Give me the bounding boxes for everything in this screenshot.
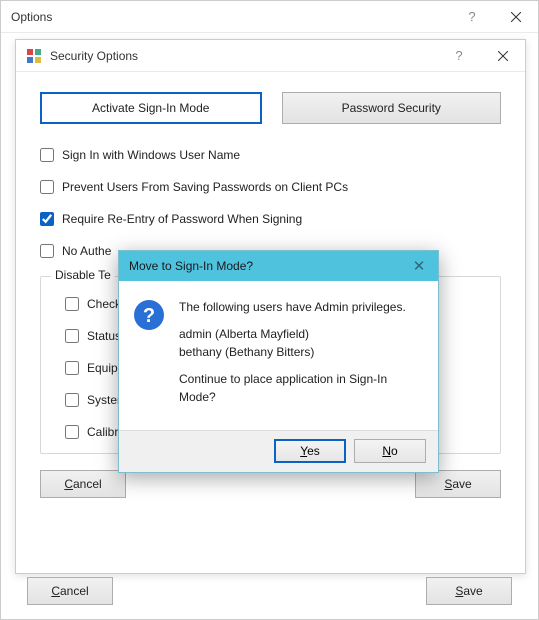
security-options-titlebar: Security Options ? [16, 40, 525, 72]
checkbox-systems[interactable] [65, 393, 79, 407]
dialog-message: The following users have Admin privilege… [179, 299, 422, 416]
outer-cancel-button[interactable]: Cancel [27, 577, 113, 605]
label-prevent-save: Prevent Users From Saving Passwords on C… [62, 180, 348, 194]
label-require-reentry: Require Re-Entry of Password When Signin… [62, 212, 302, 226]
security-options-title: Security Options [50, 49, 437, 63]
dialog-msg1: The following users have Admin privilege… [179, 299, 422, 316]
dialog-msg2: Continue to place application in Sign-In… [179, 371, 422, 406]
app-icon [26, 48, 42, 64]
options-titlebar: Options ? [1, 1, 538, 33]
label-equipment: Equipr [87, 361, 122, 375]
inner-help-button[interactable]: ? [437, 40, 481, 72]
dialog-titlebar: Move to Sign-In Mode? ✕ [119, 251, 438, 281]
checkbox-prevent-save[interactable] [40, 180, 54, 194]
checkbox-status[interactable] [65, 329, 79, 343]
dialog-close-button[interactable]: ✕ [406, 255, 432, 277]
checkbox-no-authentication[interactable] [40, 244, 54, 258]
checkbox-calibration[interactable] [65, 425, 79, 439]
question-icon: ? [133, 299, 167, 416]
dialog-title: Move to Sign-In Mode? [129, 259, 406, 273]
checkbox-check[interactable] [65, 297, 79, 311]
checkbox-signin-windows[interactable] [40, 148, 54, 162]
label-status: Status [87, 329, 121, 343]
tab-password-security[interactable]: Password Security [282, 92, 502, 124]
confirm-dialog: Move to Sign-In Mode? ✕ ? The following … [118, 250, 439, 473]
inner-save-button[interactable]: Save [415, 470, 501, 498]
checkbox-require-reentry[interactable] [40, 212, 54, 226]
svg-text:?: ? [143, 305, 155, 327]
options-title: Options [11, 10, 450, 24]
dialog-admin-list: admin (Alberta Mayfield) bethany (Bethan… [179, 326, 422, 361]
checkbox-equipment[interactable] [65, 361, 79, 375]
inner-close-button[interactable] [481, 40, 525, 72]
outer-save-button[interactable]: Save [426, 577, 512, 605]
label-check: Check [87, 297, 121, 311]
label-no-authentication: No Authe [62, 244, 111, 258]
help-button[interactable]: ? [450, 1, 494, 33]
inner-cancel-button[interactable]: Cancel [40, 470, 126, 498]
dialog-yes-button[interactable]: Yes [274, 439, 346, 463]
label-signin-windows: Sign In with Windows User Name [62, 148, 240, 162]
close-button[interactable] [494, 1, 538, 33]
tab-activate-signin[interactable]: Activate Sign-In Mode [40, 92, 262, 124]
dialog-no-button[interactable]: No [354, 439, 426, 463]
fieldset-legend: Disable Te [51, 268, 115, 282]
